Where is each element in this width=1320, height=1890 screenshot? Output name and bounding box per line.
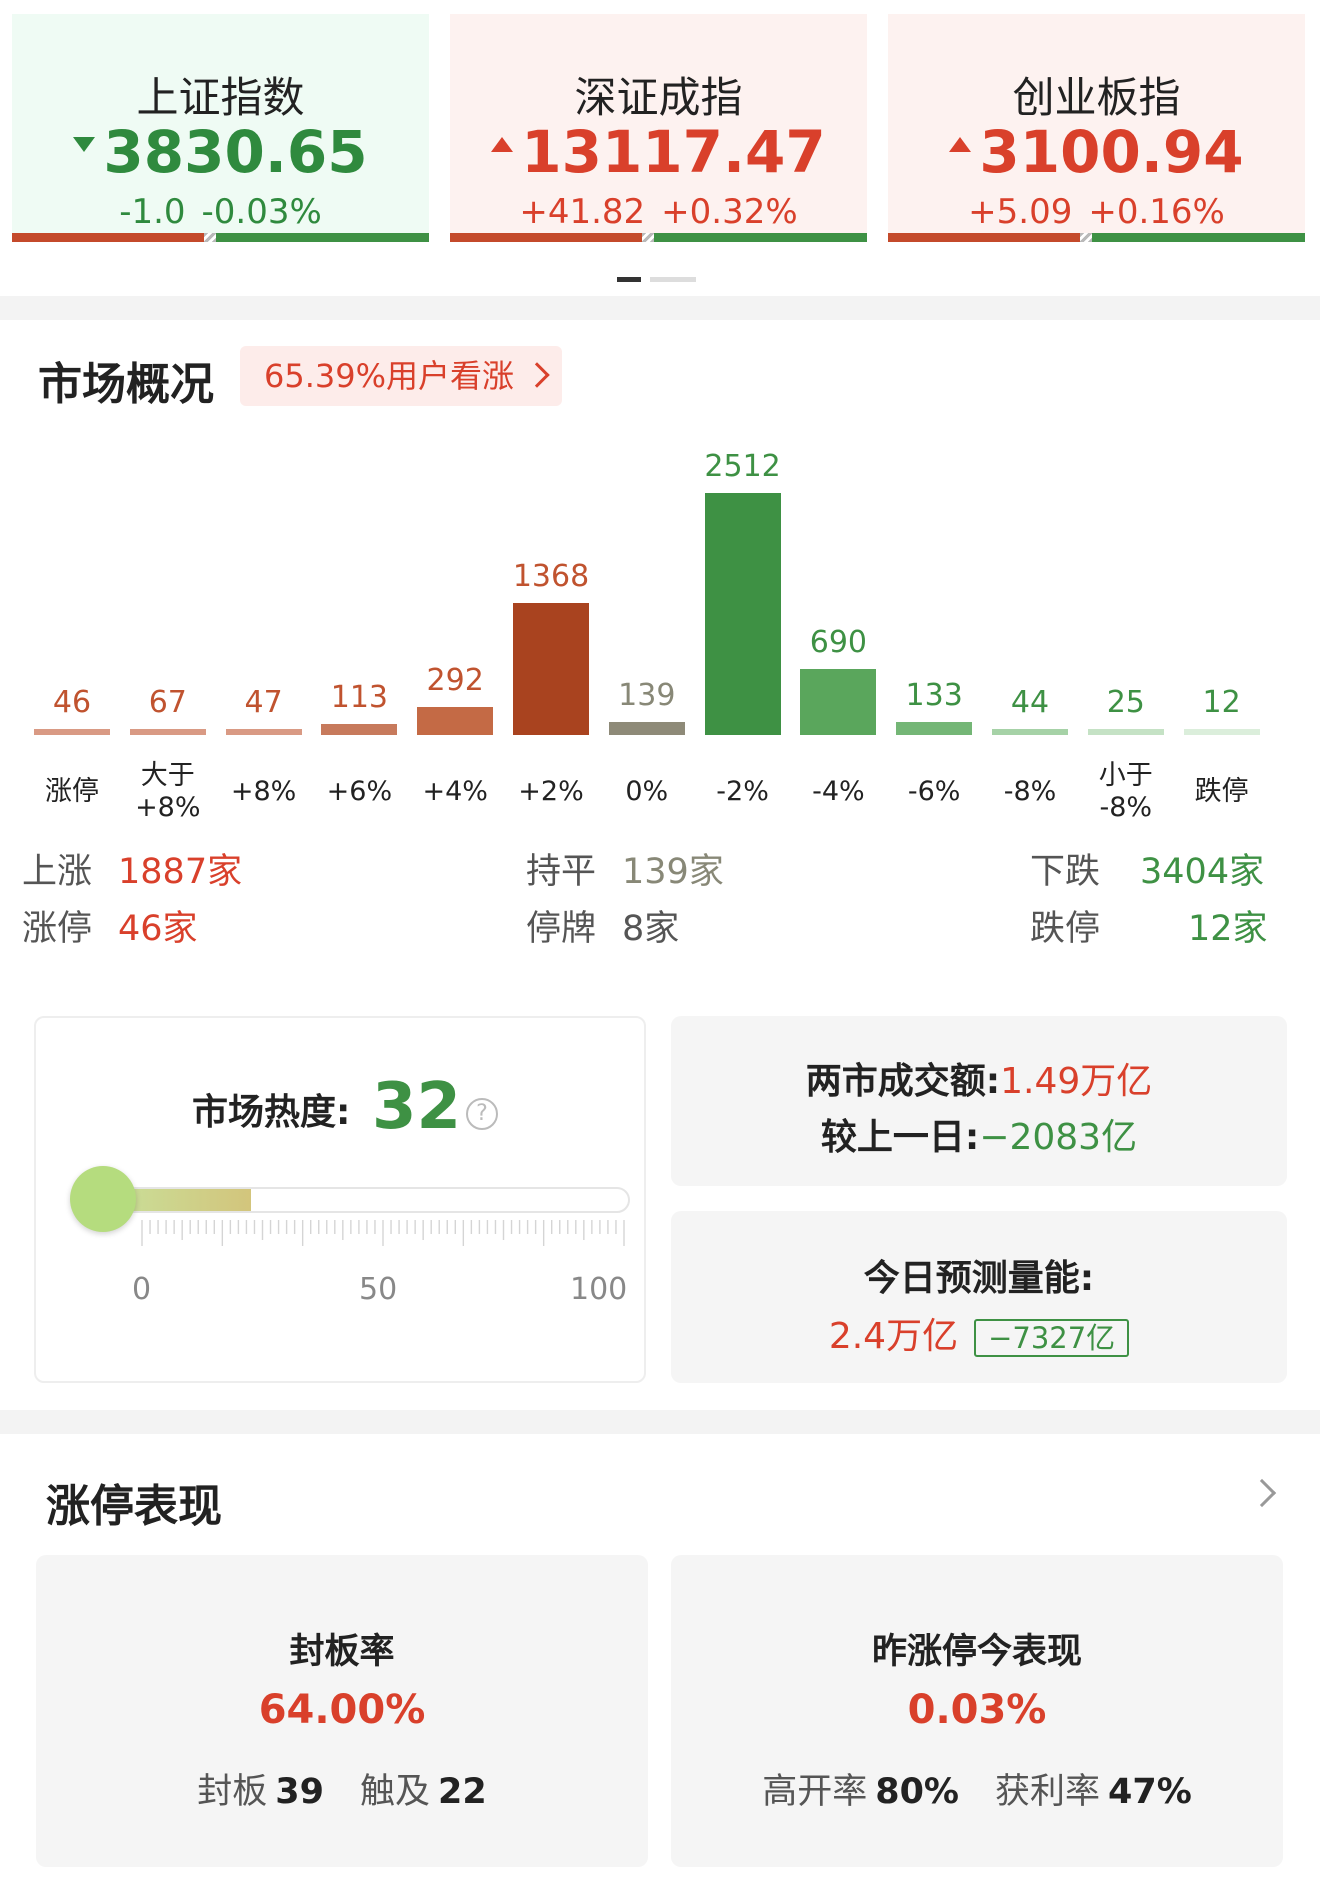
yesterday-detail: 高开率 80% 获利率 47%: [762, 1772, 1192, 1812]
bar-category-label: +8%: [230, 776, 297, 807]
seal-rate-title: 封板率: [289, 1632, 395, 1672]
bar-value-label: 139: [618, 677, 676, 713]
yesterday-value: 0.03%: [907, 1687, 1047, 1733]
bar-value-label: 44: [1010, 685, 1050, 720]
yesterday-limit-up-card[interactable]: 昨涨停今表现 0.03% 高开率 80% 获利率 47%: [671, 1555, 1283, 1867]
forecast-card[interactable]: 今日预测量能: 2.4万亿 −7327亿: [671, 1211, 1287, 1383]
bar-value-label: 292: [426, 662, 484, 698]
market-heat-card: 市场热度: 32 ? 0 50 100: [34, 1016, 646, 1383]
bar-value-label: 113: [330, 680, 389, 716]
section-divider: [0, 1410, 1320, 1434]
bar-7: [704, 493, 781, 735]
bar-category-label: -2%: [716, 776, 769, 807]
help-icon[interactable]: ?: [466, 1098, 498, 1130]
heat-gauge: [72, 1187, 630, 1213]
vs-yesterday-value: −2083亿: [979, 1117, 1138, 1158]
bar-value-label: 1368: [512, 559, 590, 595]
stat-flat: 持平 139家: [526, 852, 724, 892]
bar-category-label: 涨停: [45, 776, 99, 807]
bar-2: [225, 729, 302, 735]
bar-11: [1087, 729, 1164, 735]
stat-down: 下跌 3404家: [1030, 852, 1265, 892]
chevron-right-icon[interactable]: [1247, 1478, 1277, 1508]
seal-rate-detail: 封板 39 触及 22: [197, 1772, 487, 1812]
seal-rate-card[interactable]: 封板率 64.00% 封板 39 触及 22: [36, 1555, 648, 1867]
bar-category-label: 小于 -8%: [1098, 760, 1153, 823]
forecast-label: 今日预测量能:: [863, 1258, 1095, 1299]
limit-up-title: 涨停表现: [46, 1481, 222, 1532]
seal-rate-value: 64.00%: [258, 1687, 426, 1733]
heat-value: 32: [372, 1070, 462, 1144]
bar-value-label: 12: [1202, 685, 1241, 720]
bar-value-label: 2512: [704, 449, 781, 484]
scale-label-max: 100: [570, 1272, 628, 1307]
bar-1: [129, 728, 206, 735]
turnover-label: 两市成交额:: [805, 1061, 1001, 1102]
yesterday-title: 昨涨停今表现: [871, 1632, 1082, 1672]
heat-gauge-knob: [70, 1166, 136, 1232]
heat-title: 市场热度:: [192, 1092, 351, 1133]
distribution-chart: 46 涨停 67 大于 +8% 47 +8% 113 +6% 292 +4% 1368 +2% 139 0%…: [0, 0, 1320, 830]
stat-up: 上涨 1887家: [22, 852, 243, 892]
turnover-value: 1.49万亿: [1000, 1061, 1153, 1102]
forecast-value: 2.4万亿: [828, 1316, 959, 1357]
bar-category-label: -6%: [907, 776, 961, 807]
scale-label-min: 0: [132, 1272, 152, 1307]
bar-12: [1183, 729, 1260, 735]
stat-limit-down: 跌停 12家: [1030, 909, 1268, 949]
bar-4: [417, 706, 494, 735]
bar-category-label: 大于 +8%: [135, 760, 201, 823]
scale-label-mid: 50: [359, 1272, 398, 1307]
bar-category-label: +4%: [422, 776, 488, 807]
bar-category-label: -8%: [1003, 776, 1057, 807]
bar-category-label: +2%: [518, 776, 584, 807]
bar-value-label: 47: [244, 685, 283, 720]
bar-8: [800, 668, 877, 735]
bar-category-label: 0%: [625, 776, 669, 807]
bar-6: [608, 721, 685, 735]
forecast-diff-badge: −7327亿: [974, 1319, 1130, 1357]
bar-category-label: +6%: [326, 776, 393, 807]
bar-3: [321, 724, 398, 735]
bar-0: [34, 729, 110, 735]
turnover-card[interactable]: 两市成交额:1.49万亿 较上一日:−2083亿: [671, 1016, 1287, 1186]
bar-value-label: 690: [809, 624, 868, 660]
bar-value-label: 67: [148, 684, 187, 720]
bar-9: [896, 722, 973, 735]
bar-category-label: 跌停: [1194, 776, 1249, 807]
bar-category-label: -4%: [812, 776, 865, 807]
vs-yesterday-label: 较上一日:: [820, 1117, 980, 1158]
bar-value-label: 46: [52, 685, 92, 720]
bar-value-label: 25: [1106, 685, 1145, 720]
bar-value-label: 133: [905, 678, 963, 714]
stat-limit-up: 涨停 46家: [22, 909, 198, 949]
heat-gauge-ticks: [141, 1220, 625, 1246]
stat-suspended: 停牌 8家: [526, 909, 680, 949]
bar-5: [513, 603, 589, 735]
bar-10: [992, 729, 1068, 735]
